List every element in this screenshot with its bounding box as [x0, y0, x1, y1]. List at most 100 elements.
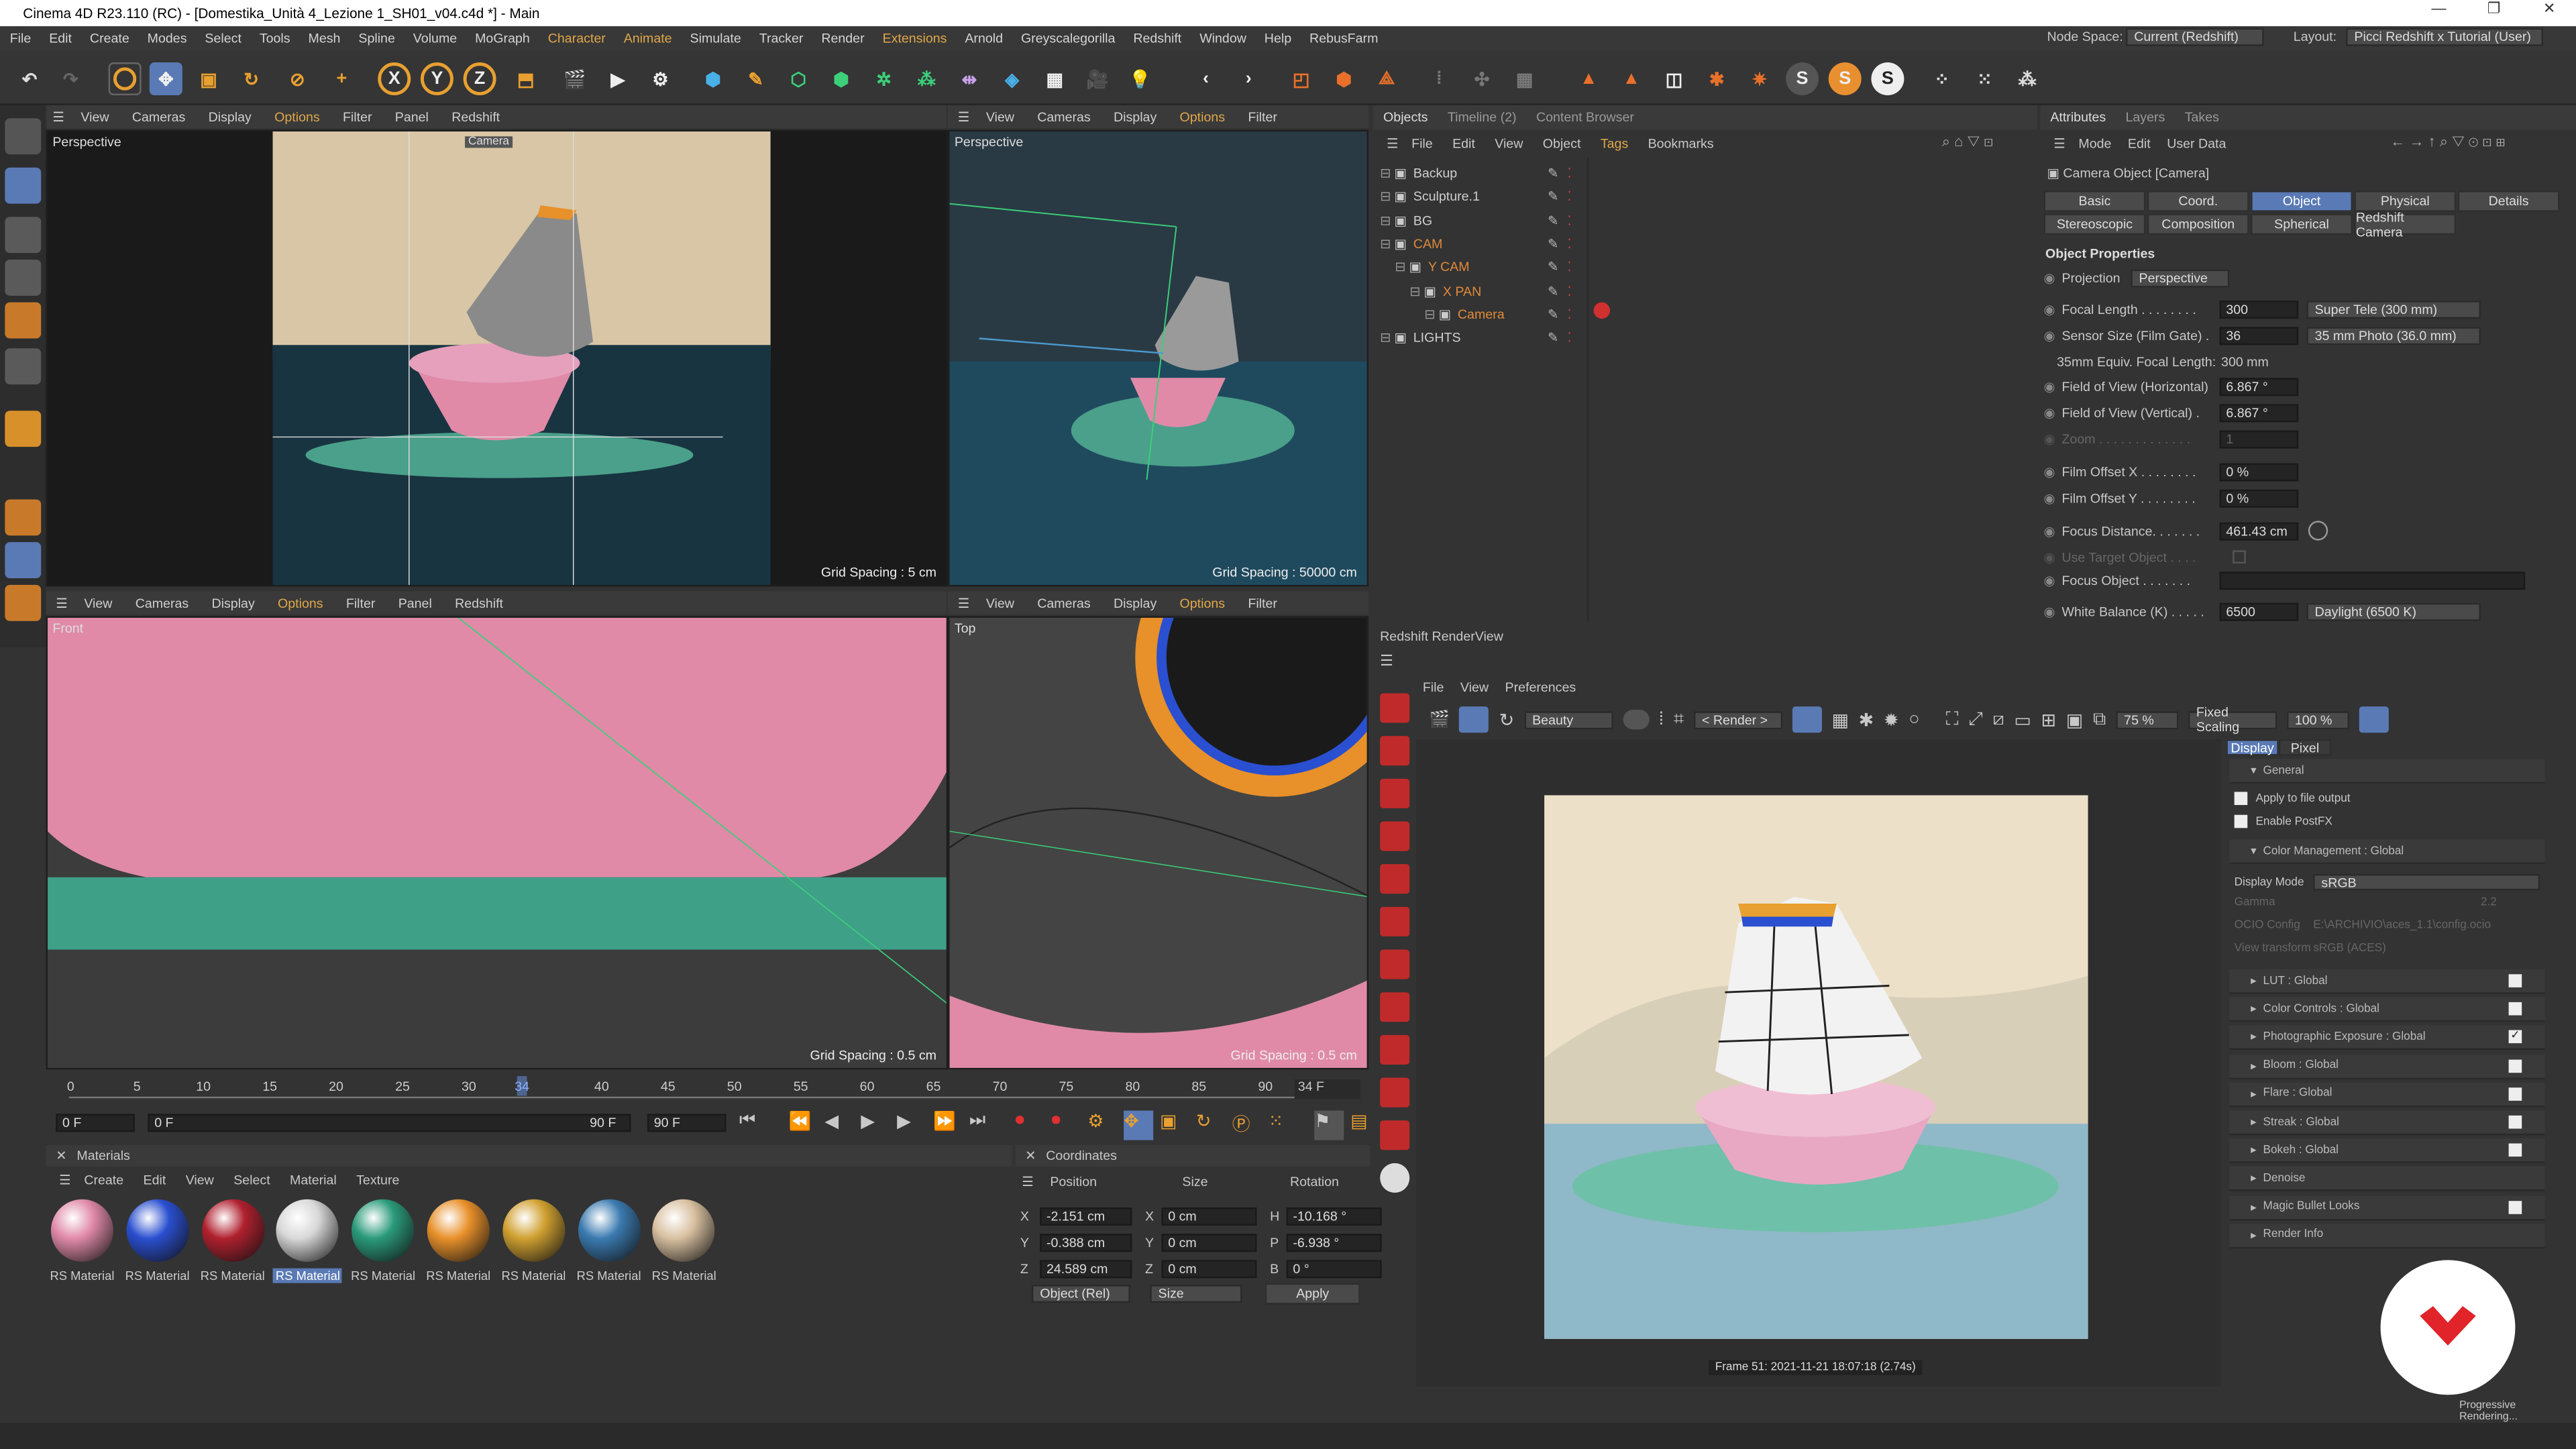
- menu-modes[interactable]: Modes: [148, 32, 187, 46]
- rs-ies-icon[interactable]: ✷: [1743, 62, 1776, 95]
- menu-create[interactable]: Create: [90, 32, 129, 46]
- fovv-anim-icon[interactable]: ◉: [2044, 405, 2055, 420]
- attr-tab-basic[interactable]: Basic: [2043, 191, 2146, 212]
- filmx-anim-icon[interactable]: ◉: [2044, 464, 2055, 479]
- focus-pick-icon[interactable]: [2308, 521, 2328, 541]
- viewport-menu-filter[interactable]: Filter: [1248, 109, 1277, 124]
- object-row[interactable]: ⊟ ▣ Y CAM ✎ ⁚: [1395, 257, 1571, 278]
- viewport-hamburger-icon[interactable]: ☰: [958, 596, 970, 610]
- rs-light-icon[interactable]: ▲: [1572, 62, 1605, 95]
- menu-edit[interactable]: Edit: [49, 32, 72, 46]
- object-expand-icon[interactable]: ⊟: [1380, 166, 1391, 180]
- object-expand-icon[interactable]: ⊟: [1424, 307, 1435, 321]
- rs-settings-gear-icon[interactable]: [2359, 706, 2389, 733]
- menu-help[interactable]: Help: [1265, 32, 1291, 46]
- object-expand-icon[interactable]: ⊟: [1409, 283, 1420, 298]
- film-offset-x-input[interactable]: 0 %: [2219, 462, 2299, 481]
- render-settings-icon[interactable]: ⚙: [644, 62, 677, 95]
- redo-icon[interactable]: ↷: [54, 62, 87, 95]
- rs-section-checkbox[interactable]: ✓: [2508, 1030, 2522, 1044]
- viewport-menu-redshift[interactable]: Redshift: [455, 596, 503, 610]
- attributes-menu-2[interactable]: User Data: [2167, 136, 2226, 150]
- light-icon[interactable]: 💡: [1124, 62, 1157, 95]
- viewport-menu-filter[interactable]: Filter: [346, 596, 376, 610]
- object-edit-icon[interactable]: ✎: [1548, 307, 1558, 321]
- rs-section-checkbox[interactable]: [2508, 1143, 2522, 1157]
- rs-fit-icon[interactable]: ⛶: [1946, 709, 1959, 731]
- keyframe-selection-icon[interactable]: ⚙: [1087, 1111, 1117, 1140]
- object-row[interactable]: ⊟ ▣ CAM ✎ ⁚: [1380, 233, 1571, 254]
- object-visibility-dots-icon[interactable]: ⁚: [1567, 236, 1571, 251]
- rs-section-row[interactable]: ▸ LUT : Global: [2229, 969, 2545, 994]
- autokey-icon[interactable]: ⏺: [1051, 1111, 1081, 1140]
- rs-snapshot-icon[interactable]: ⊞: [2041, 709, 2057, 730]
- object-edit-icon[interactable]: ✎: [1548, 189, 1558, 204]
- rs-image-icon[interactable]: ▭: [2014, 709, 2031, 730]
- rs-section-row[interactable]: ▸ Flare : Global: [2229, 1082, 2545, 1108]
- axis-mode-icon[interactable]: [5, 348, 42, 385]
- attributes-nav-icons[interactable]: ← → ↑ ⌕ ▽ ⊙ ⊡ ⊞: [2390, 133, 2505, 151]
- rs-tag-icon[interactable]: [1380, 949, 1410, 979]
- rs-color-mgmt-section[interactable]: ▾ Color Management : Global: [2229, 839, 2545, 865]
- render-picture-viewer-icon[interactable]: ▶: [601, 62, 634, 95]
- coord-rotation-input[interactable]: 0 °: [1286, 1259, 1382, 1278]
- sensor-preset-select[interactable]: 35 mm Photo (36.0 mm): [2306, 326, 2481, 345]
- material-swatch[interactable]: RS Material: [48, 1199, 117, 1283]
- menu-tracker[interactable]: Tracker: [759, 32, 804, 46]
- end-frame-field[interactable]: 90 F: [647, 1114, 727, 1132]
- viewport-menu-filter[interactable]: Filter: [1248, 596, 1277, 610]
- objects-tab-0[interactable]: Objects: [1373, 110, 1438, 125]
- s-button-icon[interactable]: S: [1786, 62, 1819, 96]
- materials-menu-material[interactable]: Material: [290, 1173, 337, 1188]
- rs-section-row[interactable]: ▸ Streak : Global: [2229, 1110, 2545, 1136]
- edges-mode-icon[interactable]: [5, 259, 42, 296]
- rs-percent-select[interactable]: 100 %: [2286, 710, 2349, 729]
- rs-render-settings-icon[interactable]: [1380, 1163, 1410, 1193]
- materials-close-icon[interactable]: ✕: [56, 1148, 66, 1163]
- attr-tab-coord.[interactable]: Coord.: [2147, 191, 2249, 212]
- motion-record-icon[interactable]: ⚑: [1314, 1110, 1344, 1140]
- object-visibility-dots-icon[interactable]: ⁚: [1567, 330, 1571, 345]
- rs-section-checkbox[interactable]: [2508, 1002, 2522, 1016]
- objects-menu-edit[interactable]: Edit: [1452, 136, 1475, 150]
- rs-section-row[interactable]: ▸ Render Info: [2229, 1224, 2545, 1248]
- menu-volume[interactable]: Volume: [413, 32, 457, 46]
- menu-window[interactable]: Window: [1199, 32, 1246, 46]
- materials-menu-select[interactable]: Select: [233, 1173, 270, 1188]
- rs-snow-icon[interactable]: ✱: [1859, 709, 1874, 730]
- generator-icon[interactable]: ⬢: [824, 62, 857, 95]
- attr-tab-spherical[interactable]: Spherical: [2251, 213, 2353, 235]
- rs-postfx-checkbox[interactable]: [2234, 814, 2248, 828]
- forward-icon[interactable]: ›: [1232, 62, 1265, 95]
- use-target-checkbox[interactable]: [2233, 550, 2246, 564]
- place-tool-icon[interactable]: +: [325, 62, 358, 95]
- coord-position-input[interactable]: 24.589 cm: [1040, 1259, 1132, 1278]
- objects-search-icon[interactable]: ⌕ ⌂ ▽ ⊡: [1942, 133, 1994, 151]
- viewport-menu-view[interactable]: View: [986, 109, 1014, 124]
- object-edit-icon[interactable]: ✎: [1548, 166, 1558, 180]
- menu-rebusfarm[interactable]: RebusFarm: [1309, 32, 1378, 46]
- material-swatch[interactable]: RS Material: [499, 1199, 568, 1283]
- rs-copy-icon[interactable]: ⧉: [2093, 709, 2106, 731]
- menu-character[interactable]: Character: [548, 32, 606, 46]
- viewport-menu-filter[interactable]: Filter: [343, 109, 372, 124]
- move-tool-icon[interactable]: ✥: [149, 62, 182, 96]
- menu-arnold[interactable]: Arnold: [965, 32, 1003, 46]
- rs-tab-display[interactable]: Display: [2226, 739, 2279, 756]
- coord-rotation-input[interactable]: -10.168 °: [1286, 1206, 1382, 1225]
- camera-icon[interactable]: 🎥: [1081, 62, 1114, 95]
- menu-tools[interactable]: Tools: [260, 32, 290, 46]
- frame-range-slider[interactable]: 0 F 90 F: [148, 1114, 631, 1132]
- menu-redshift[interactable]: Redshift: [1133, 32, 1181, 46]
- redshift-proxy-icon[interactable]: ⬢: [1328, 62, 1360, 95]
- viewport-hamburger-icon[interactable]: ☰: [958, 109, 970, 124]
- current-frame-field[interactable]: 34 F: [1294, 1079, 1360, 1099]
- coordinates-hamburger-icon[interactable]: ☰: [1022, 1174, 1034, 1189]
- attr-tab-composition[interactable]: Composition: [2147, 213, 2249, 235]
- rs-volume-icon[interactable]: [1380, 906, 1410, 936]
- close-icon[interactable]: ✕: [2543, 0, 2555, 18]
- focus-anim-icon[interactable]: ◉: [2044, 523, 2055, 538]
- attr-tab-stereoscopic[interactable]: Stereoscopic: [2043, 213, 2146, 235]
- rs-section-row[interactable]: ▸ Magic Bullet Looks: [2229, 1195, 2545, 1220]
- rs-tab-pixel[interactable]: Pixel: [2278, 739, 2332, 756]
